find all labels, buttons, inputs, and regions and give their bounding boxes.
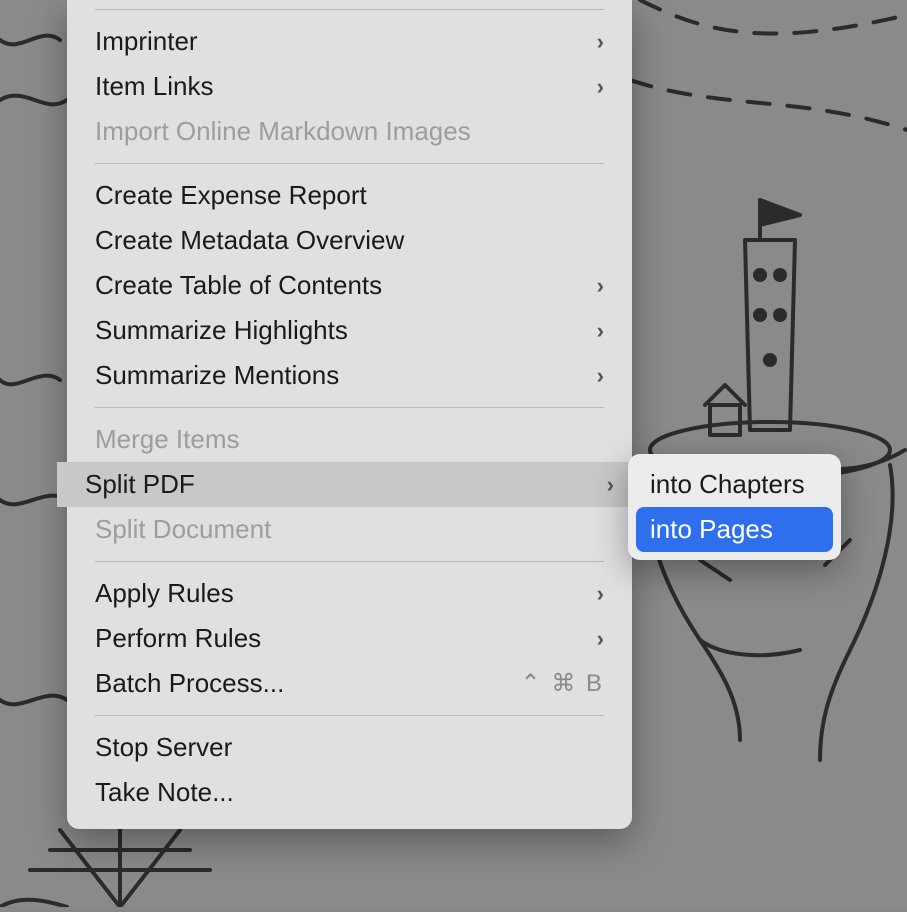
menu-item-merge-items: Merge Items [77,417,622,462]
menu-item-summarize-mentions[interactable]: Summarize Mentions › [77,353,622,398]
menu-item-split-document: Split Document [77,507,622,552]
submenu-item-into-pages[interactable]: into Pages [636,507,833,552]
chevron-right-icon: › [597,581,604,607]
menu-separator [95,163,604,164]
menu-item-label: Split Document [95,514,271,545]
menu-separator [95,407,604,408]
chevron-right-icon: › [597,74,604,100]
submenu-item-label: into Pages [650,514,773,544]
menu-item-create-table-of-contents[interactable]: Create Table of Contents › [77,263,622,308]
menu-item-label: Create Metadata Overview [95,225,404,256]
menu-item-label: Create Table of Contents [95,270,382,301]
menu-item-batch-process[interactable]: Batch Process... ⌃ ⌘ B [77,661,622,706]
menu-item-take-note[interactable]: Take Note... [77,770,622,815]
menu-item-label: Apply Rules [95,578,234,609]
menu-item-create-metadata-overview[interactable]: Create Metadata Overview [77,218,622,263]
menu-separator [95,9,604,10]
menu-separator [95,715,604,716]
chevron-right-icon: › [597,363,604,389]
menu-item-label: Create Expense Report [95,180,367,211]
menu-item-import-online-markdown-images: Import Online Markdown Images [77,109,622,154]
menu-item-perform-rules[interactable]: Perform Rules › [77,616,622,661]
menu-item-label: Take Note... [95,777,234,808]
menu-item-summarize-highlights[interactable]: Summarize Highlights › [77,308,622,353]
menu-item-label: Import Online Markdown Images [95,116,471,147]
menu-item-label: Imprinter [95,26,198,57]
chevron-right-icon: › [607,472,614,498]
context-menu: Imprinter › Item Links › Import Online M… [67,0,632,829]
submenu-item-into-chapters[interactable]: into Chapters [636,462,833,507]
chevron-right-icon: › [597,29,604,55]
submenu-item-label: into Chapters [650,469,805,499]
menu-item-label: Summarize Highlights [95,315,348,346]
menu-item-label: Summarize Mentions [95,360,339,391]
menu-item-label: Merge Items [95,424,240,455]
menu-item-label: Item Links [95,71,214,102]
menu-item-stop-server[interactable]: Stop Server [77,725,622,770]
menu-item-label: Batch Process... [95,668,284,699]
menu-item-imprinter[interactable]: Imprinter › [77,19,622,64]
chevron-right-icon: › [597,626,604,652]
keyboard-shortcut: ⌃ ⌘ B [521,669,604,698]
menu-separator [95,561,604,562]
chevron-right-icon: › [597,318,604,344]
menu-item-apply-rules[interactable]: Apply Rules › [77,571,622,616]
menu-item-split-pdf[interactable]: Split PDF › [57,462,642,507]
menu-item-item-links[interactable]: Item Links › [77,64,622,109]
menu-item-label: Split PDF [85,469,195,500]
menu-item-create-expense-report[interactable]: Create Expense Report [77,173,622,218]
submenu-split-pdf: into Chapters into Pages [628,454,841,560]
menu-item-label: Stop Server [95,732,232,763]
menu-item-label: Perform Rules [95,623,261,654]
chevron-right-icon: › [597,273,604,299]
